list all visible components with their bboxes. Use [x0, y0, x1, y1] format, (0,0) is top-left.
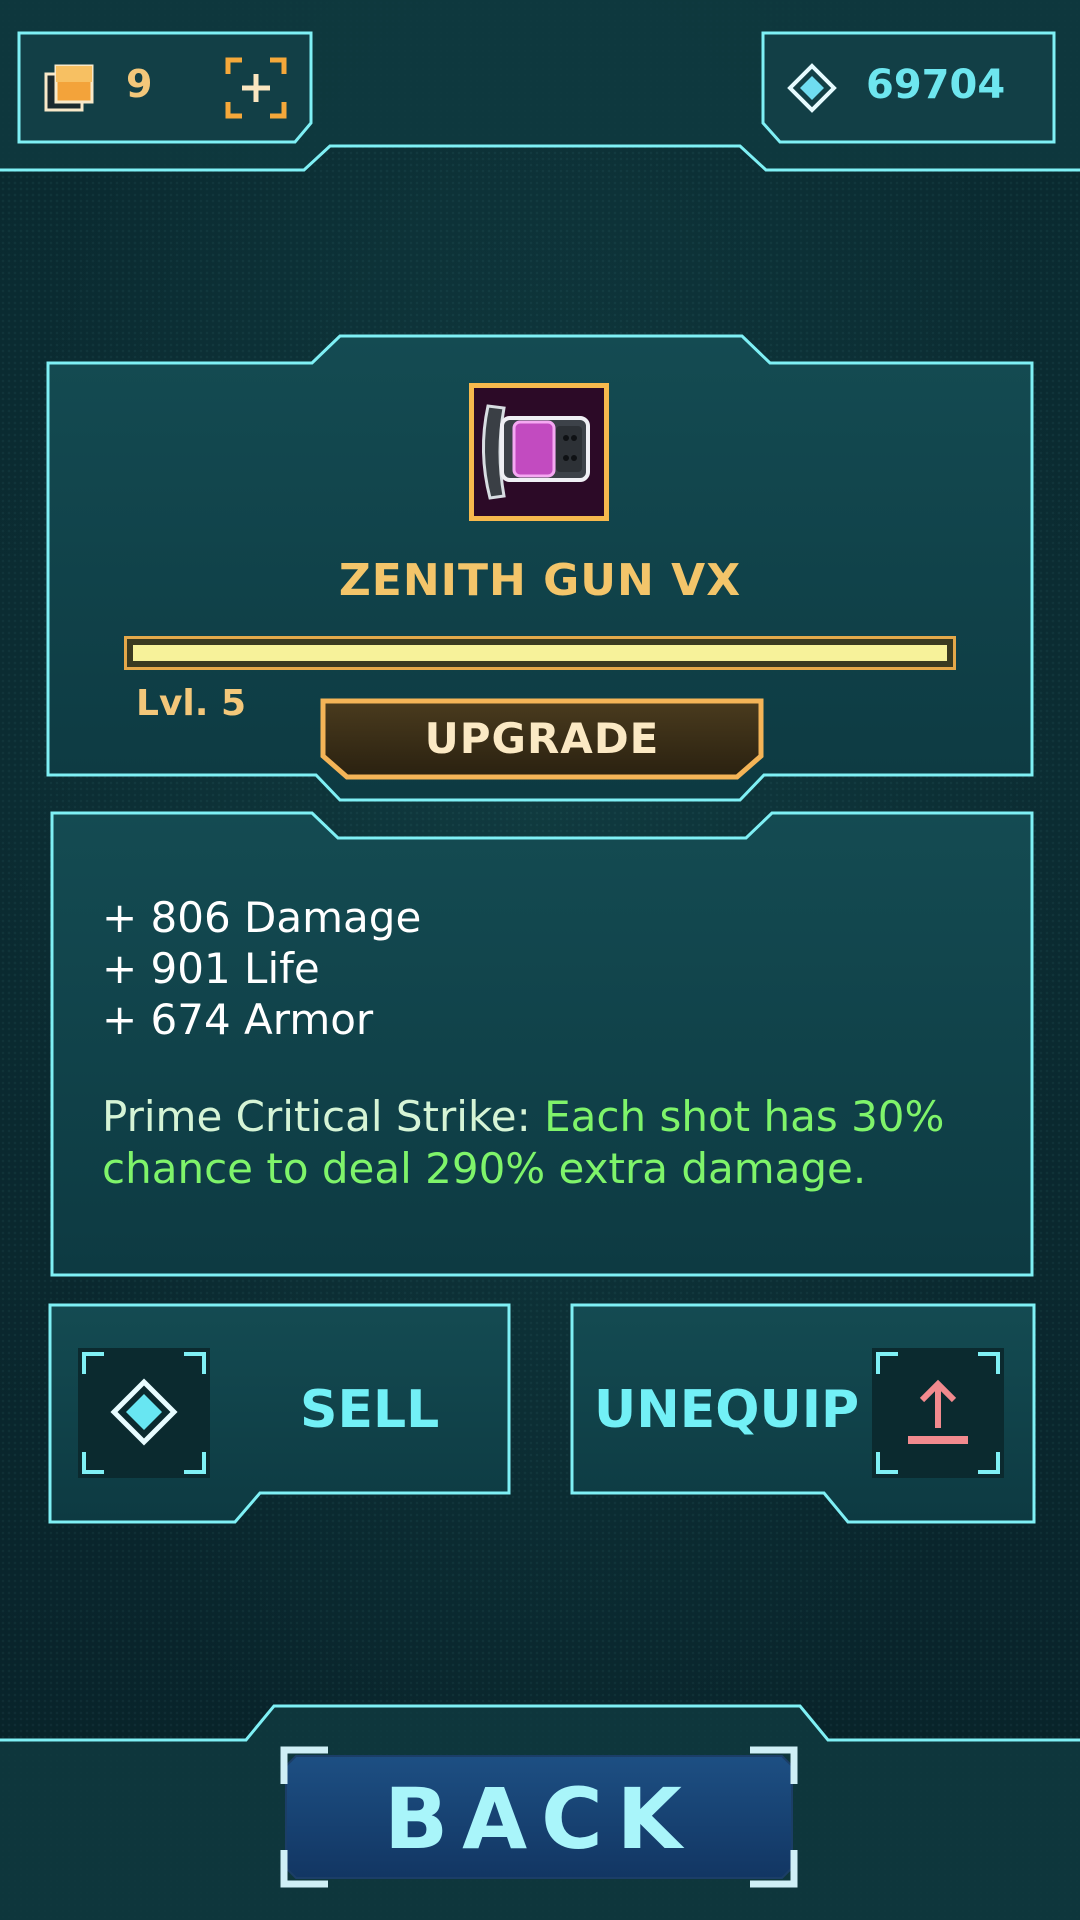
- gem-count: 69704: [866, 62, 1006, 108]
- stat-armor: + 674 Armor: [102, 995, 374, 1044]
- unequip-icon-box: [872, 1348, 1004, 1478]
- unequip-label: UNEQUIP: [594, 1380, 860, 1440]
- level-progress-bar: [124, 636, 956, 670]
- item-count: 9: [126, 62, 153, 106]
- stat-damage: + 806 Damage: [102, 893, 422, 942]
- upgrade-label: UPGRADE: [424, 714, 660, 763]
- upgrade-button[interactable]: UPGRADE: [320, 698, 764, 780]
- item-stack-icon: [44, 64, 94, 114]
- passive-description-line1: Each shot has 30%: [544, 1092, 945, 1141]
- item-name: ZENITH GUN VX: [338, 555, 742, 606]
- add-slot-button[interactable]: [224, 56, 288, 120]
- sell-icon-box: [78, 1348, 210, 1478]
- back-label: BACK: [384, 1770, 696, 1868]
- sell-label: SELL: [300, 1380, 440, 1440]
- stat-life: + 901 Life: [102, 944, 320, 993]
- passive-description-line2: chance to deal 290% extra damage.: [102, 1144, 867, 1193]
- gem-icon: [786, 62, 838, 114]
- passive-ability: Prime Critical Strike: Each shot has 30%…: [102, 1091, 982, 1195]
- pink-gun-icon: [469, 383, 609, 521]
- level-label: Lvl. 5: [136, 683, 247, 724]
- unequip-arrow-icon: [876, 1352, 1000, 1474]
- level-progress-fill: [133, 645, 947, 661]
- passive-name: Prime Critical Strike:: [102, 1092, 531, 1141]
- stats-list: + 806 Damage + 901 Life + 674 Armor: [102, 892, 982, 1045]
- add-icon: [225, 57, 287, 119]
- gem-sell-icon: [82, 1352, 206, 1474]
